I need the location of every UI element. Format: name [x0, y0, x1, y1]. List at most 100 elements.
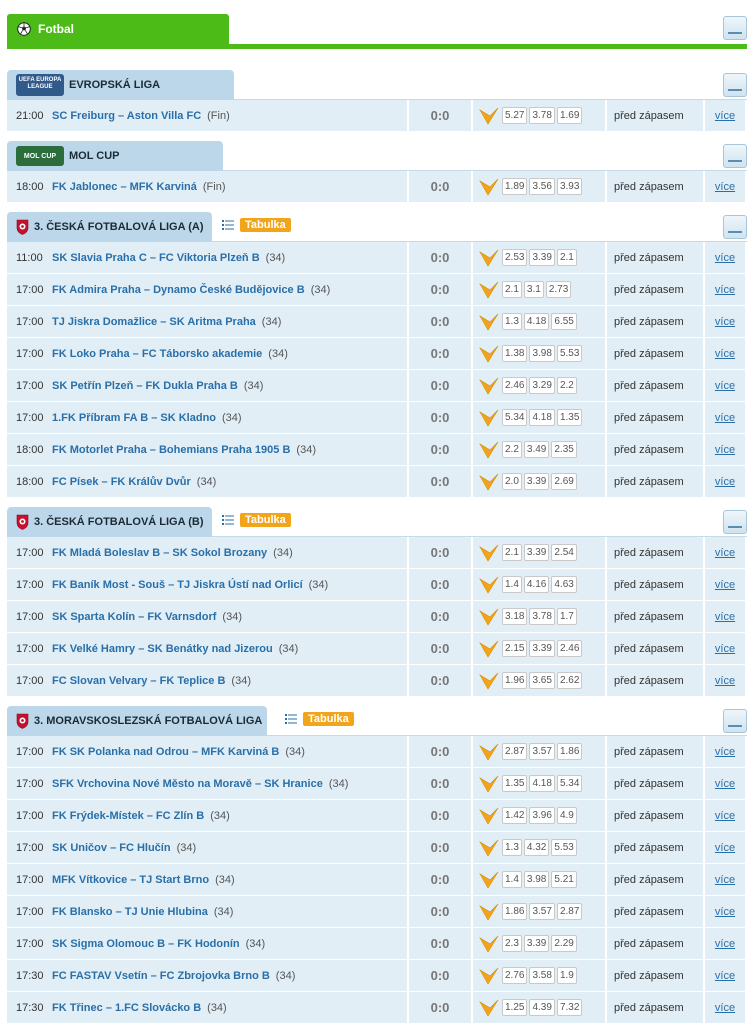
odds-value[interactable]: 5.21 [551, 871, 577, 888]
league-tab[interactable]: 3. ČESKÁ FOTBALOVÁ LIGA (B) [7, 507, 212, 537]
match-teams-link[interactable]: FC FASTAV Vsetín – FC Zbrojovka Brno B [52, 970, 270, 982]
more-link[interactable]: více [705, 736, 745, 767]
odds-value[interactable]: 4.39 [529, 999, 555, 1016]
bet-tip-icon[interactable] [479, 345, 499, 363]
odds-value[interactable]: 2.1 [502, 544, 522, 561]
odds-value[interactable]: 2.46 [502, 377, 528, 394]
bet-tip-icon[interactable] [479, 107, 499, 125]
match-teams-link[interactable]: FK Mladá Boleslav B – SK Sokol Brozany [52, 547, 267, 559]
more-link[interactable]: více [705, 537, 745, 568]
standings-link[interactable]: Tabulka [222, 513, 291, 527]
bet-tip-icon[interactable] [479, 281, 499, 299]
more-link[interactable]: více [705, 100, 745, 131]
match-teams-link[interactable]: FK Velké Hamry – SK Benátky nad Jizerou [52, 643, 273, 655]
match-row[interactable]: 17:30 FC FASTAV Vsetín – FC Zbrojovka Brn… [7, 960, 747, 992]
bet-tip-icon[interactable] [479, 999, 499, 1017]
odds-value[interactable]: 5.53 [551, 839, 577, 856]
collapse-league-button[interactable] [723, 215, 747, 239]
odds-value[interactable]: 1.9 [556, 967, 577, 984]
match-row[interactable]: 21:00 SC Freiburg – Aston Villa FC (Fin) 0:… [7, 100, 747, 132]
odds-value[interactable]: 5.34 [556, 775, 583, 792]
odds-value[interactable]: 7.32 [556, 999, 583, 1016]
sport-tab-football[interactable]: Fotbal [7, 14, 229, 44]
odds-value[interactable]: 4.18 [529, 775, 555, 792]
odds-value[interactable]: 3.39 [529, 249, 555, 266]
more-link[interactable]: více [705, 896, 745, 927]
match-row[interactable]: 17:00 FK Frýdek-Místek – FC Zlín B (34) 0:0… [7, 800, 747, 832]
odds-value[interactable]: 2.2 [556, 377, 577, 394]
odds-value[interactable]: 4.63 [551, 576, 577, 593]
league-tab[interactable]: MOL CUP MOL CUP [7, 141, 223, 171]
match-row[interactable]: 17:00 SK Petřín Plzeň – FK Dukla Praha B (… [7, 370, 747, 402]
odds-value[interactable]: 5.34 [502, 409, 528, 426]
odds-value[interactable]: 3.39 [529, 640, 555, 657]
league-tab[interactable]: 3. ČESKÁ FOTBALOVÁ LIGA (A) [7, 212, 212, 242]
match-row[interactable]: 17:00 SK Sparta Kolín – FK Varnsdorf (34) 0… [7, 601, 747, 633]
odds-value[interactable]: 3.56 [529, 178, 555, 195]
odds-value[interactable]: 1.4 [502, 576, 522, 593]
bet-tip-icon[interactable] [479, 377, 499, 395]
odds-value[interactable]: 3.39 [523, 473, 550, 490]
odds-value[interactable]: 3.57 [529, 743, 555, 760]
more-link[interactable]: více [705, 992, 745, 1023]
odds-value[interactable]: 4.18 [529, 409, 555, 426]
odds-value[interactable]: 3.49 [523, 441, 550, 458]
odds-value[interactable]: 3.93 [556, 178, 583, 195]
match-row[interactable]: 17:00 FK Admira Praha – Dynamo České Budě… [7, 274, 747, 306]
league-tab[interactable]: 3. MORAVSKOSLEZSKÁ FOTBALOVÁ LIGA [7, 706, 267, 736]
odds-value[interactable]: 1.25 [502, 999, 528, 1016]
bet-tip-icon[interactable] [479, 249, 499, 267]
odds-value[interactable]: 3.96 [529, 807, 555, 824]
match-row[interactable]: 17:00 FC Slovan Velvary – FK Teplice B (34… [7, 665, 747, 697]
bet-tip-icon[interactable] [479, 967, 499, 985]
match-teams-link[interactable]: SC Freiburg – Aston Villa FC [52, 110, 201, 122]
odds-value[interactable]: 4.32 [523, 839, 550, 856]
match-row[interactable]: 17:00 MFK Vítkovice – TJ Start Brno (34) 0:… [7, 864, 747, 896]
standings-link[interactable]: Tabulka [285, 712, 354, 726]
match-row[interactable]: 17:00 SK Sigma Olomouc B – FK Hodonín (34)… [7, 928, 747, 960]
match-teams-link[interactable]: SK Sigma Olomouc B – FK Hodonín [52, 938, 240, 950]
odds-value[interactable]: 1.86 [556, 743, 583, 760]
odds-value[interactable]: 4.9 [556, 807, 577, 824]
match-teams-link[interactable]: FK Motorlet Praha – Bohemians Praha 1905… [52, 444, 290, 456]
odds-value[interactable]: 5.27 [502, 107, 528, 124]
odds-value[interactable]: 1.3 [502, 839, 522, 856]
more-link[interactable]: více [705, 633, 745, 664]
more-link[interactable]: více [705, 928, 745, 959]
odds-value[interactable]: 3.98 [529, 345, 555, 362]
odds-value[interactable]: 3.57 [529, 903, 555, 920]
odds-value[interactable]: 2.53 [502, 249, 528, 266]
bet-tip-icon[interactable] [479, 576, 499, 594]
odds-value[interactable]: 1.7 [556, 608, 577, 625]
bet-tip-icon[interactable] [479, 807, 499, 825]
odds-value[interactable]: 1.35 [502, 775, 528, 792]
match-teams-link[interactable]: TJ Jiskra Domažlice – SK Aritma Praha [52, 316, 256, 328]
more-link[interactable]: více [705, 960, 745, 991]
match-row[interactable]: 17:00 FK Loko Praha – FC Táborsko akademi… [7, 338, 747, 370]
match-row[interactable]: 17:00 FK SK Polanka nad Odrou – MFK Karvi… [7, 736, 747, 768]
match-row[interactable]: 18:00 FK Motorlet Praha – Bohemians Praha… [7, 434, 747, 466]
bet-tip-icon[interactable] [479, 743, 499, 761]
bet-tip-icon[interactable] [479, 903, 499, 921]
match-row[interactable]: 17:00 FK Velké Hamry – SK Benátky nad Jiz… [7, 633, 747, 665]
odds-value[interactable]: 1.35 [556, 409, 583, 426]
match-row[interactable]: 17:00 FK Blansko – TJ Unie Hlubina (34) 0:0… [7, 896, 747, 928]
odds-value[interactable]: 3.78 [529, 107, 555, 124]
odds-value[interactable]: 3.78 [529, 608, 555, 625]
bet-tip-icon[interactable] [479, 473, 499, 491]
match-teams-link[interactable]: FK SK Polanka nad Odrou – MFK Karviná B [52, 746, 279, 758]
match-teams-link[interactable]: SK Sparta Kolín – FK Varnsdorf [52, 611, 216, 623]
odds-value[interactable]: 1.3 [502, 313, 522, 330]
bet-tip-icon[interactable] [479, 935, 499, 953]
match-teams-link[interactable]: 1.FK Příbram FA B – SK Kladno [52, 412, 216, 424]
match-row[interactable]: 17:00 FK Baník Most - Souš – TJ Jiskra Ús… [7, 569, 747, 601]
match-teams-link[interactable]: FK Baník Most - Souš – TJ Jiskra Ústí na… [52, 579, 303, 591]
odds-value[interactable]: 1.38 [502, 345, 528, 362]
match-row[interactable]: 17:00 SK Uničov – FC Hlučín (34) 0:0 1.3 4.32… [7, 832, 747, 864]
more-link[interactable]: více [705, 768, 745, 799]
bet-tip-icon[interactable] [479, 672, 499, 690]
more-link[interactable]: více [705, 402, 745, 433]
more-link[interactable]: více [705, 274, 745, 305]
bet-tip-icon[interactable] [479, 871, 499, 889]
match-row[interactable]: 18:00 FK Jablonec – MFK Karviná (Fin) 0:0 1.… [7, 171, 747, 203]
